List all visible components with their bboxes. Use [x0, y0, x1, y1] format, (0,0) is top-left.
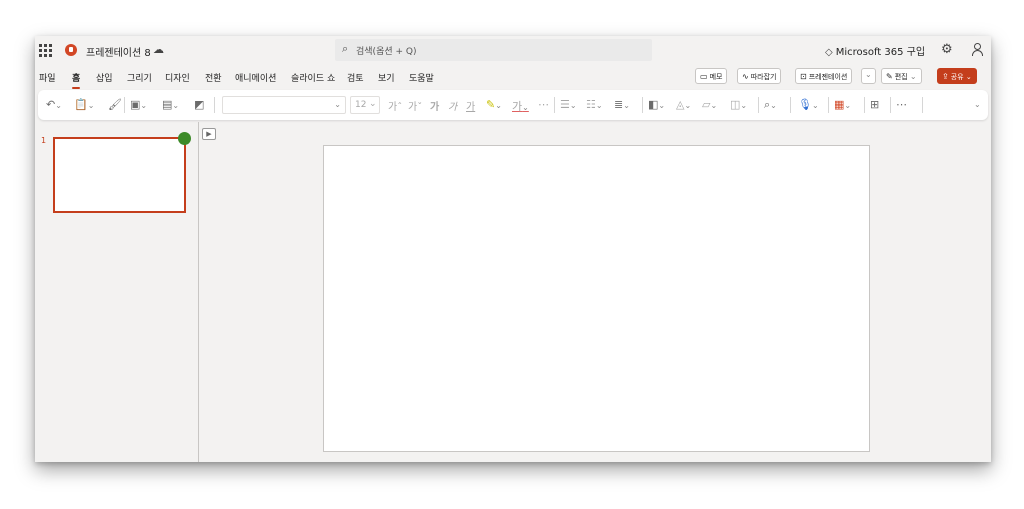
- search-icon: ⌕: [342, 42, 349, 55]
- buy-microsoft-365-link[interactable]: ◇ Microsoft 365 구입: [825, 43, 925, 58]
- slide-thumbnail[interactable]: [53, 137, 186, 213]
- catch-up-label: 따라잡기: [750, 73, 777, 81]
- chevron-down-icon: ⌄: [865, 70, 872, 79]
- bullets-icon[interactable]: ☰⌄: [560, 98, 577, 111]
- activity-icon: ∿: [742, 72, 749, 81]
- tab-insert[interactable]: 삽입: [96, 71, 113, 84]
- find-icon[interactable]: ⌕⌄: [764, 98, 777, 112]
- tab-animations[interactable]: 애니메이션: [235, 71, 276, 84]
- comment-icon: ▭: [700, 72, 708, 81]
- tab-file[interactable]: 파일: [39, 71, 56, 84]
- menu-bar: 파일 홈 삽입 그리기 디자인 전환 애니메이션 슬라이드 쇼 검토 보기 도움…: [35, 66, 991, 89]
- shapes-icon[interactable]: ◧⌄: [648, 98, 665, 111]
- present-label: 프레젠테이션: [808, 73, 848, 81]
- app-window: 프레젠테이션 8 ☁ ⌕ 검색(옵션 + Q) ◇ Microsoft 365 구…: [35, 36, 991, 462]
- pencil-icon: ✎: [886, 72, 893, 81]
- bold-icon[interactable]: 가: [430, 98, 439, 113]
- tab-view[interactable]: 보기: [378, 71, 395, 84]
- decrease-font-icon[interactable]: 가ˇ: [408, 98, 422, 113]
- shape-effects-icon[interactable]: ◫⌄: [730, 98, 747, 111]
- search-placeholder: 검색(옵션 + Q): [356, 47, 417, 57]
- memo-button[interactable]: ▭ 메모: [695, 68, 728, 84]
- present-dropdown-button[interactable]: ⌄: [861, 68, 876, 84]
- layout-icon[interactable]: ▤⌄: [162, 98, 179, 111]
- memo-label: 메모: [709, 73, 723, 81]
- font-size-value: 12: [355, 100, 367, 110]
- shape-fill-icon[interactable]: ◬⌄: [676, 98, 691, 111]
- font-color-icon[interactable]: 가⌄: [512, 98, 529, 114]
- increase-font-icon[interactable]: 가ˆ: [388, 98, 402, 113]
- tab-slideshow[interactable]: 슬라이드 쇼: [291, 71, 335, 84]
- tab-draw[interactable]: 그리기: [127, 71, 152, 84]
- m365-label: Microsoft 365 구입: [835, 47, 926, 58]
- font-size-dropdown[interactable]: 12 ⌄: [350, 96, 380, 114]
- account-icon[interactable]: [971, 43, 983, 56]
- chevron-down-icon: ⌄: [965, 73, 972, 81]
- underline-icon[interactable]: 가: [466, 98, 475, 113]
- share-button[interactable]: ⇪ 공유 ⌄: [937, 68, 977, 84]
- slide-thumbnail-pane: 1: [35, 122, 199, 462]
- chevron-down-icon: ⌄: [369, 99, 377, 109]
- ribbon-toolbar: ↶⌄ 📋⌄ 🖌 ▣⌄ ▤⌄ ◩ ⌄ 12 ⌄ 가ˆ 가ˇ 가 가 가 ✎⌄ 가⌄ …: [38, 90, 988, 120]
- designer-icon[interactable]: ▦⌄: [834, 98, 851, 111]
- slide-canvas[interactable]: [323, 145, 870, 452]
- share-label: 공유: [950, 73, 964, 81]
- edit-label: 편집: [894, 73, 908, 81]
- share-icon: ⇪: [942, 72, 949, 81]
- settings-icon[interactable]: ⚙: [941, 42, 953, 57]
- cloud-sync-icon[interactable]: ☁: [153, 43, 164, 56]
- numbering-icon[interactable]: ☷⌄: [586, 98, 603, 111]
- editing-mode-button[interactable]: ✎ 편집 ⌄: [881, 68, 922, 84]
- more-options-icon[interactable]: ⋯: [896, 98, 907, 111]
- add-ins-icon[interactable]: ⊞: [870, 98, 879, 111]
- highlight-icon[interactable]: ✎⌄: [486, 98, 502, 111]
- thumbnail-number: 1: [41, 136, 47, 145]
- document-title[interactable]: 프레젠테이션 8: [86, 44, 151, 59]
- reset-slide-icon[interactable]: ◩: [194, 98, 204, 111]
- catch-up-button[interactable]: ∿ 따라잡기: [737, 68, 782, 84]
- present-button[interactable]: ⊡ 프레젠테이션: [795, 68, 853, 84]
- presence-indicator: [178, 132, 191, 145]
- expand-ribbon-icon[interactable]: ⌄: [974, 100, 981, 109]
- present-icon: ⊡: [800, 72, 807, 81]
- paste-icon[interactable]: 📋⌄: [74, 98, 94, 111]
- tab-transitions[interactable]: 전환: [205, 71, 222, 84]
- align-icon[interactable]: ≣⌄: [614, 98, 630, 111]
- diamond-icon: ◇: [825, 47, 833, 58]
- format-painter-icon[interactable]: 🖌: [108, 98, 122, 111]
- search-box[interactable]: ⌕ 검색(옵션 + Q): [335, 39, 652, 61]
- toggle-pane-icon[interactable]: ▶: [202, 128, 216, 140]
- tab-help[interactable]: 도움말: [409, 71, 434, 84]
- chevron-down-icon: ⌄: [909, 72, 917, 81]
- italic-icon[interactable]: 가: [448, 98, 457, 113]
- undo-icon[interactable]: ↶⌄: [46, 98, 62, 111]
- chevron-down-icon: ⌄: [334, 100, 341, 109]
- font-name-dropdown[interactable]: ⌄: [222, 96, 346, 114]
- tab-review[interactable]: 검토: [347, 71, 364, 84]
- more-font-options-icon[interactable]: ⋯: [538, 98, 549, 111]
- app-launcher-icon[interactable]: [39, 44, 52, 57]
- powerpoint-logo-icon: [65, 44, 77, 56]
- shape-outline-icon[interactable]: ▱⌄: [702, 98, 717, 111]
- title-bar: 프레젠테이션 8 ☁ ⌕ 검색(옵션 + Q) ◇ Microsoft 365 구…: [35, 36, 991, 64]
- tab-design[interactable]: 디자인: [165, 71, 190, 84]
- tab-home[interactable]: 홈: [72, 71, 81, 89]
- new-slide-icon[interactable]: ▣⌄: [130, 98, 147, 111]
- dictate-icon[interactable]: 🎙⌄: [798, 98, 819, 111]
